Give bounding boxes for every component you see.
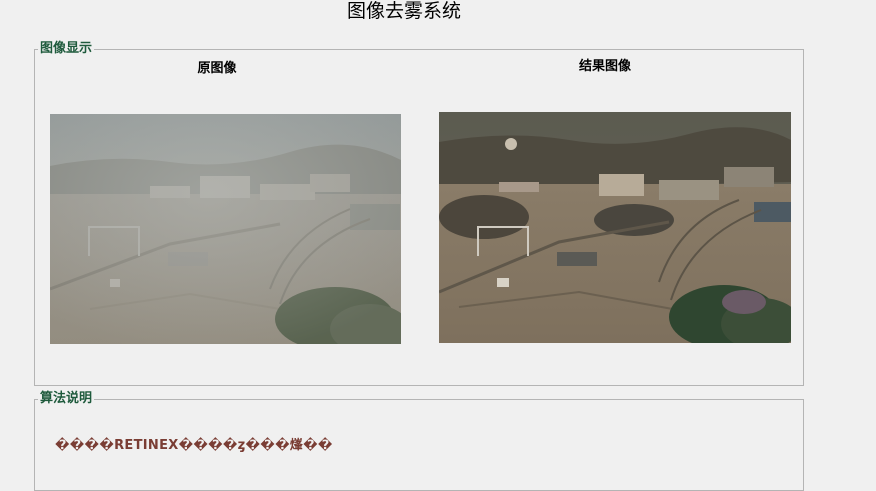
image-display-legend: 图像显示 <box>38 41 95 57</box>
result-image <box>439 112 791 343</box>
algorithm-legend: 算法说明 <box>38 391 95 407</box>
result-image-caption: 结果图像 <box>578 59 631 74</box>
algorithm-group: 算法说明 ����RETINEX����ȥ���㷨�� <box>34 391 804 491</box>
window-title: 图像去雾系统 <box>346 0 461 22</box>
image-display-group: 图像显示 原图像 结果图像 <box>34 41 804 386</box>
original-image <box>50 114 401 344</box>
algorithm-description: ����RETINEX����ȥ���㷨�� <box>55 438 333 453</box>
original-image-caption: 原图像 <box>197 61 237 76</box>
